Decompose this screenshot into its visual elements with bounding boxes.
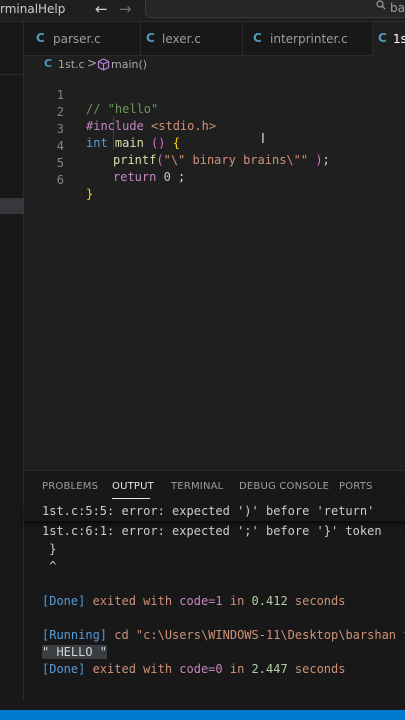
output-brace-line: } xyxy=(42,542,57,556)
panel-tab-problems[interactable]: PROBLEMS xyxy=(42,481,98,492)
panel-bottom-edge xyxy=(0,700,405,710)
done-tag: [Done] xyxy=(42,594,86,608)
done-tag: [Done] xyxy=(42,662,86,676)
tab-interprinter-c[interactable]: C interprinter.c xyxy=(243,22,373,56)
done-in: in xyxy=(222,594,252,608)
panel-tab-terminal[interactable]: TERMINAL xyxy=(171,481,223,492)
close-brace: } xyxy=(86,187,94,201)
running-cmd: cd "c:\Users\WINDOWS-11\Desktop\barshan … xyxy=(107,628,405,642)
command-center-search[interactable]: bars xyxy=(145,0,405,18)
forward-arrow-icon[interactable]: → xyxy=(119,0,132,18)
sidebar-selected-item[interactable] xyxy=(0,198,24,214)
c-file-icon: C xyxy=(44,57,53,70)
code-line-5: 5 return 0 ; xyxy=(24,142,405,184)
output-done-line-2: [Done] exited with code=0 in 2.447 secon… xyxy=(42,662,345,676)
c-file-icon: C xyxy=(253,31,262,45)
exit-code: code=1 xyxy=(179,594,223,608)
breadcrumb-function[interactable]: main() xyxy=(111,58,147,71)
exit-code: code=0 xyxy=(179,662,223,676)
done-unit: seconds xyxy=(287,662,346,676)
output-done-line-1: [Done] exited with code=1 in 0.412 secon… xyxy=(42,594,345,608)
menu-terminal[interactable]: rminal xyxy=(0,2,38,16)
code-line-2: 2 #include <stdio.h> xyxy=(24,91,405,133)
tab-label: interprinter.c xyxy=(270,32,348,46)
search-text: bars xyxy=(390,1,405,15)
tab-label: parser.c xyxy=(53,32,101,46)
panel-tab-output[interactable]: OUTPUT xyxy=(112,481,154,492)
active-tab-indicator xyxy=(112,498,150,499)
status-bar xyxy=(0,710,405,720)
tab-lexer-c[interactable]: C lexer.c xyxy=(141,22,243,56)
title-bar: rminal Help ← → bars xyxy=(0,0,405,22)
sidebar-divider xyxy=(0,74,24,75)
output-caret-line: ^ xyxy=(42,559,57,573)
c-file-icon: C xyxy=(146,31,155,45)
program-output: " HELLO " xyxy=(42,645,108,659)
text-cursor-icon: I xyxy=(261,132,265,147)
output-hello-line: " HELLO " xyxy=(42,645,108,659)
line-number: 6 xyxy=(56,173,64,187)
output-running-line: [Running] cd "c:\Users\WINDOWS-11\Deskto… xyxy=(42,628,405,642)
editor-tab-bar: C parser.c C lexer.c C interprinter.c C … xyxy=(24,22,405,56)
code-line-3: 3 int main () { xyxy=(24,108,405,150)
done-seconds: 2.447 xyxy=(251,662,288,676)
bottom-panel: PROBLEMS OUTPUT TERMINAL DEBUG CONSOLE P… xyxy=(24,470,405,710)
search-icon xyxy=(376,0,386,10)
output-error-line-2: 1st.c:6:1: error: expected ';' before '}… xyxy=(42,524,382,538)
code-line-1: 1 // "hello" xyxy=(24,74,405,116)
code-line-6: 6 } xyxy=(24,159,405,201)
running-tag: [Running] xyxy=(42,628,108,642)
c-file-icon: C xyxy=(36,31,45,45)
done-unit: seconds xyxy=(287,594,346,608)
done-in: in xyxy=(222,662,252,676)
done-text: exited with xyxy=(85,594,180,608)
tab-label: lexer.c xyxy=(162,32,201,46)
breadcrumb-separator: > xyxy=(87,56,98,70)
tab-1st-c[interactable]: C 1s xyxy=(373,22,405,56)
back-arrow-icon[interactable]: ← xyxy=(95,0,108,18)
panel-tab-debug-console[interactable]: DEBUG CONSOLE xyxy=(239,481,329,492)
tab-parser-c[interactable]: C parser.c xyxy=(24,22,141,56)
symbol-method-icon xyxy=(97,58,110,71)
output-sticky-line: 1st.c:5:5: error: expected ')' before 'r… xyxy=(24,503,405,521)
tab-label: 1s xyxy=(393,32,405,46)
done-seconds: 0.412 xyxy=(251,594,288,608)
panel-tab-ports[interactable]: PORTS xyxy=(339,481,373,492)
menu-help[interactable]: Help xyxy=(38,2,65,16)
side-bar xyxy=(0,22,24,720)
code-line-4: 4 printf("\" binary brains\"" ); xyxy=(24,125,405,167)
done-text: exited with xyxy=(85,662,180,676)
code-editor[interactable]: 1 // "hello" 2 #include <stdio.h> 3 int … xyxy=(24,74,405,468)
c-file-icon: C xyxy=(378,31,387,45)
breadcrumb: C 1st.c > main() xyxy=(24,56,405,74)
output-error-line-1: 1st.c:5:5: error: expected ')' before 'r… xyxy=(42,504,375,518)
breadcrumb-file[interactable]: 1st.c xyxy=(58,58,85,71)
